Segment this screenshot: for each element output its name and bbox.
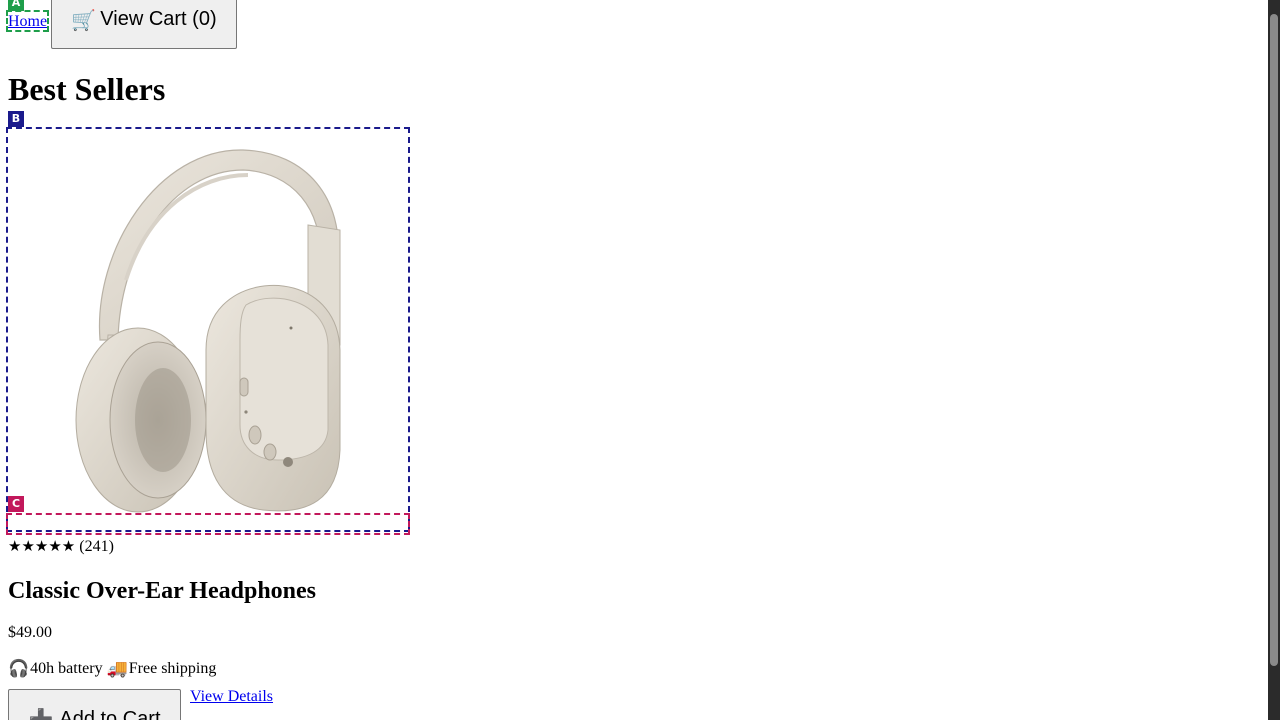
delivery-truck-icon: 🚚 — [106, 659, 128, 679]
view-cart-button[interactable]: 🛒 View Cart (0) — [51, 0, 237, 49]
view-details-link[interactable]: View Details — [190, 688, 273, 706]
annotation-tag-a: A — [8, 0, 24, 11]
add-to-cart-label: Add to Cart — [59, 707, 161, 720]
plus-icon: ➕ — [28, 708, 54, 720]
annotation-box-c — [6, 513, 410, 535]
feature-shipping: Free shipping — [128, 660, 217, 677]
vertical-scrollbar[interactable] — [1268, 0, 1280, 720]
feature-battery: 40h battery — [30, 660, 103, 677]
annotation-tag-b: B — [8, 111, 24, 127]
star-rating: ★★★★★ — [8, 537, 76, 555]
product-name: Classic Over-Ear Headphones — [8, 578, 317, 604]
rating: ★★★★★ (241) — [8, 536, 114, 557]
product-price: $49.00 — [8, 624, 52, 641]
annotation-box-b — [6, 127, 410, 532]
cart-icon: 🛒 — [71, 7, 97, 32]
add-to-cart-button[interactable]: ➕ Add to Cart — [8, 689, 181, 720]
view-cart-label: View Cart (0) — [100, 8, 217, 30]
scrollbar-thumb[interactable] — [1270, 14, 1278, 666]
review-count: (241) — [79, 538, 114, 555]
page-title: Best Sellers — [8, 71, 166, 107]
scroll-up-arrow[interactable] — [1270, 0, 1278, 10]
headphones-icon: 🎧 — [8, 659, 30, 679]
annotation-box-a — [6, 10, 49, 32]
annotation-tag-c: C — [8, 496, 24, 512]
page: Home 🛒 View Cart (0) Best Sellers ★★★★★ … — [0, 0, 1268, 720]
product-features: 🎧 40h battery 🚚 Free shipping — [8, 658, 220, 680]
